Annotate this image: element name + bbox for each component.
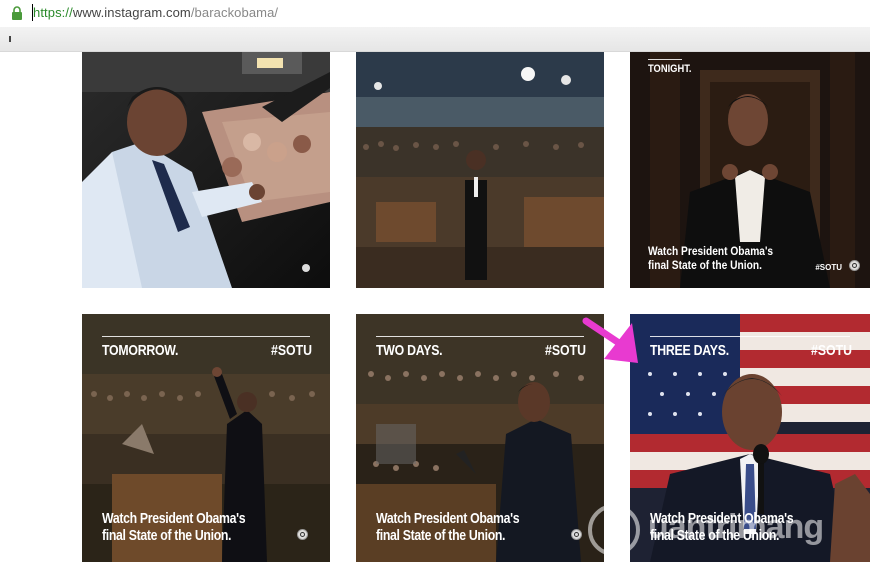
post-4-headline: TOMORROW.	[102, 342, 179, 359]
url-path: /barackobama/	[190, 5, 279, 20]
watermark: uantrimang	[588, 500, 870, 562]
lock-icon	[12, 6, 22, 20]
post-6-headline: THREE DAYS.	[650, 342, 729, 359]
post-4-rule	[102, 336, 310, 337]
post-6-rule	[650, 336, 850, 337]
arrow-annotation-icon	[582, 317, 638, 363]
post-4-caption-line-2: final State of the Union.	[102, 527, 232, 544]
post-4-media-icon	[297, 529, 308, 540]
post-3-media-icon	[849, 260, 860, 271]
toolbar-marker	[9, 36, 11, 42]
post-tile-1[interactable]	[82, 52, 330, 288]
post-3-caption-line-1: Watch President Obama's	[648, 244, 774, 258]
url-host: www.instagram.com	[72, 5, 191, 20]
post-3-caption-line-2: final State of the Union.	[648, 258, 762, 272]
post-5-hashtag: #SOTU	[544, 342, 586, 359]
post-tile-4[interactable]: TOMORROW. #SOTU Watch President Obama's …	[82, 314, 330, 562]
post-1-image	[82, 52, 330, 288]
url-text[interactable]: https://www.instagram.com/barackobama/	[33, 5, 278, 20]
watermark-text: uantrimang	[648, 508, 824, 546]
watermark-logo-icon	[588, 504, 640, 556]
post-3-hashtag: #SOTU	[815, 263, 842, 272]
post-5-caption-line-1: Watch President Obama's	[376, 510, 520, 527]
post-5-caption-line-2: final State of the Union.	[376, 527, 506, 544]
post-5-rule	[376, 336, 584, 337]
post-tile-5[interactable]: TWO DAYS. #SOTU Watch President Obama's …	[356, 314, 604, 562]
post-3-rule	[648, 59, 682, 60]
post-2-image	[356, 52, 604, 288]
post-5-caption: Watch President Obama's final State of t…	[376, 510, 520, 544]
post-tile-3[interactable]: TONIGHT. Watch President Obama's final S…	[630, 52, 870, 288]
browser-toolbar	[0, 27, 870, 52]
post-4-hashtag: #SOTU	[270, 342, 312, 359]
post-4-caption: Watch President Obama's final State of t…	[102, 510, 246, 544]
post-4-caption-line-1: Watch President Obama's	[102, 510, 246, 527]
post-5-media-icon	[571, 529, 582, 540]
post-6-hashtag: #SOTU	[810, 342, 852, 359]
post-3-headline: TONIGHT.	[648, 63, 692, 75]
post-3-caption: Watch President Obama's final State of t…	[648, 244, 773, 272]
address-bar[interactable]: https://www.instagram.com/barackobama/	[0, 0, 870, 27]
url-scheme: https://	[33, 5, 73, 20]
post-tile-2[interactable]	[356, 52, 604, 288]
post-5-headline: TWO DAYS.	[376, 342, 443, 359]
